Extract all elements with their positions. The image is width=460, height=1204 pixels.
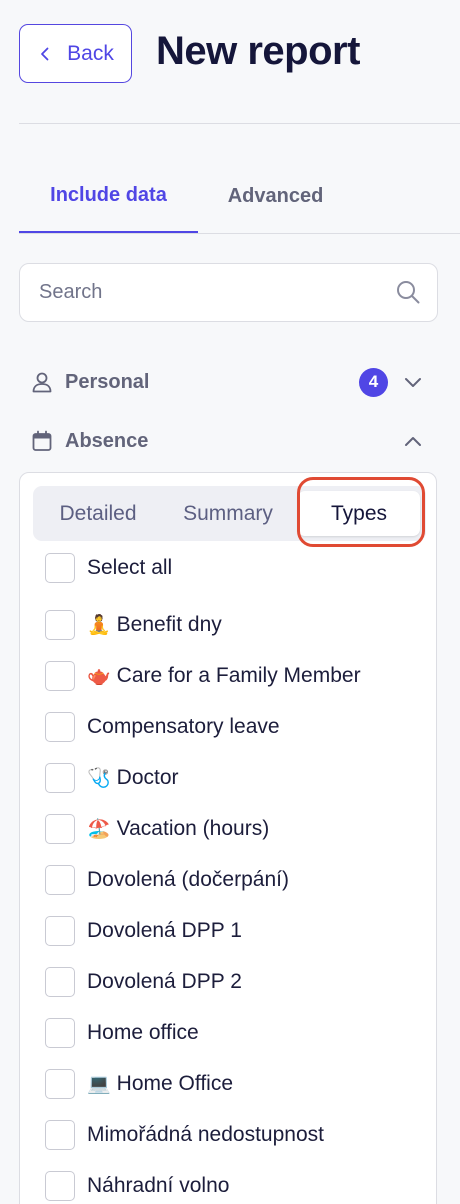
calendar-icon	[32, 430, 52, 451]
tab-include-data[interactable]: Include data	[19, 160, 198, 233]
type-emoji-icon: 🫖	[87, 666, 111, 687]
segment-types[interactable]: Types	[298, 491, 420, 536]
type-label-text: Care for a Family Member	[116, 664, 361, 687]
absence-panel: Detailed Summary Types Select all 🧘 Benef…	[19, 472, 437, 1204]
type-checkbox[interactable]	[45, 1171, 75, 1201]
type-label: 🫖 Care for a Family Member	[87, 664, 361, 688]
segmented-control: Detailed Summary Types	[33, 486, 426, 541]
type-label-text: Vacation (hours)	[116, 817, 270, 840]
type-label: 💻 Home Office	[87, 1072, 233, 1096]
type-label: 🏖️ Vacation (hours)	[87, 817, 269, 841]
type-label-text: Mimořádná nedostupnost	[87, 1123, 324, 1146]
type-checkbox[interactable]	[45, 712, 75, 742]
type-emoji-icon: 💻	[87, 1074, 111, 1095]
list-item[interactable]: Home office	[45, 1017, 199, 1049]
type-checkbox[interactable]	[45, 814, 75, 844]
type-label: 🧘 Benefit dny	[87, 613, 222, 637]
page-title: New report	[156, 29, 360, 73]
type-label: Náhradní volno	[87, 1174, 229, 1198]
header: Back New report	[0, 0, 460, 124]
type-label: Home office	[87, 1021, 199, 1045]
type-label: Dovolená DPP 2	[87, 970, 242, 994]
select-all-row[interactable]: Select all	[45, 552, 172, 584]
chevron-left-icon	[41, 47, 49, 60]
type-label-text: Dovolená (dočerpání)	[87, 868, 289, 891]
type-checkbox[interactable]	[45, 967, 75, 997]
search-input[interactable]	[20, 264, 390, 321]
segment-summary[interactable]: Summary	[163, 486, 293, 541]
type-checkbox[interactable]	[45, 1018, 75, 1048]
type-label-text: Doctor	[116, 766, 179, 789]
section-absence-label: Absence	[65, 429, 149, 452]
type-label-text: Náhradní volno	[87, 1174, 230, 1197]
list-item[interactable]: 💻 Home Office	[45, 1068, 233, 1100]
list-item[interactable]: Dovolená (dočerpání)	[45, 864, 289, 896]
segment-detailed[interactable]: Detailed	[33, 486, 163, 541]
tab-advanced[interactable]: Advanced	[198, 160, 353, 233]
type-checkbox[interactable]	[45, 1120, 75, 1150]
select-all-label: Select all	[87, 556, 173, 579]
type-label: Dovolená DPP 1	[87, 919, 242, 943]
type-label: Dovolená (dočerpání)	[87, 868, 289, 892]
count-badge: 4	[359, 367, 388, 397]
type-label: Compensatory leave	[87, 715, 280, 739]
type-checkbox[interactable]	[45, 610, 75, 640]
type-label: 🩺 Doctor	[87, 766, 179, 790]
chevron-down-icon[interactable]	[402, 371, 424, 393]
person-icon	[32, 372, 52, 393]
tab-bar: Include data Advanced	[19, 160, 460, 234]
chevron-up-icon[interactable]	[402, 430, 424, 452]
type-emoji-icon: 🧘	[87, 615, 111, 636]
list-item[interactable]: 🧘 Benefit dny	[45, 609, 222, 641]
list-item[interactable]: 🩺 Doctor	[45, 762, 179, 794]
type-checkbox[interactable]	[45, 865, 75, 895]
select-all-checkbox[interactable]	[45, 553, 75, 583]
type-checkbox[interactable]	[45, 916, 75, 946]
divider	[19, 123, 460, 124]
section-absence[interactable]: Absence	[31, 421, 424, 461]
type-label-text: Benefit dny	[116, 613, 222, 636]
back-label: Back	[67, 41, 114, 65]
type-checkbox[interactable]	[45, 661, 75, 691]
type-label: Mimořádná nedostupnost	[87, 1123, 324, 1147]
section-personal-label: Personal	[65, 370, 150, 393]
type-checkbox[interactable]	[45, 1069, 75, 1099]
list-item[interactable]: Náhradní volno	[45, 1170, 229, 1202]
list-item[interactable]: 🫖 Care for a Family Member	[45, 660, 361, 692]
type-checkbox[interactable]	[45, 763, 75, 793]
list-item[interactable]: Compensatory leave	[45, 711, 280, 743]
list-item[interactable]: Dovolená DPP 2	[45, 966, 242, 998]
type-emoji-icon: 🩺	[87, 768, 111, 789]
type-emoji-icon: 🏖️	[87, 819, 111, 840]
search-box	[19, 263, 438, 322]
search-icon[interactable]	[395, 279, 421, 305]
back-button[interactable]: Back	[19, 24, 132, 83]
list-item[interactable]: Mimořádná nedostupnost	[45, 1119, 324, 1151]
section-personal[interactable]: Personal 4	[31, 362, 424, 402]
type-label-text: Dovolená DPP 1	[87, 919, 242, 942]
type-label-text: Compensatory leave	[87, 715, 280, 738]
list-item[interactable]: 🏖️ Vacation (hours)	[45, 813, 269, 845]
type-label-text: Home office	[87, 1021, 199, 1044]
type-label-text: Dovolená DPP 2	[87, 970, 242, 993]
type-label-text: Home Office	[116, 1072, 233, 1095]
list-item[interactable]: Dovolená DPP 1	[45, 915, 242, 947]
